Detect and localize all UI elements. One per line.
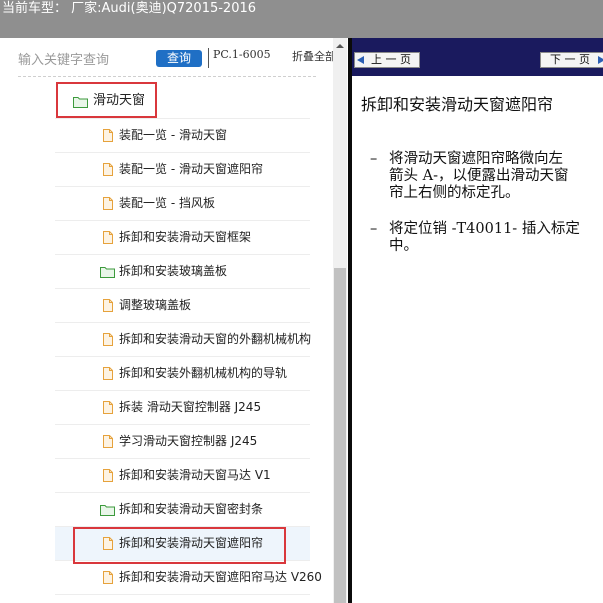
search-underline: [18, 76, 316, 77]
tree-item-label: 拆卸和安装滑动天窗的外翻机械机构: [119, 332, 312, 346]
document-icon: [100, 401, 115, 414]
tree-item-label: 拆卸和安装滑动天窗马达 V1: [119, 468, 271, 482]
separator: [208, 48, 209, 68]
tree-doc-item[interactable]: 拆卸和安装滑动天窗的外翻机械机构: [55, 323, 312, 357]
tree-item-label: 装配一览 - 挡风板: [119, 196, 215, 210]
document-icon: [100, 333, 115, 346]
document-icon: [100, 469, 115, 482]
step-line: 中。: [389, 238, 418, 254]
step-line: 将定位销 -T40011- 插入标定: [389, 221, 580, 237]
document-viewer: 上 一 页 下 一 页 拆卸和安装滑动天窗遮阳帘 – 将滑动天窗遮阳帘略微向左 …: [352, 38, 603, 603]
tree-item-label: 拆卸和安装外翻机械机构的导轨: [119, 366, 288, 380]
tree-doc-item[interactable]: 拆卸和安装滑动天窗马达 V1: [55, 459, 310, 493]
scrollbar[interactable]: [333, 38, 347, 603]
page-nav-bar: 上 一 页 下 一 页: [352, 38, 603, 76]
tree-folder-item[interactable]: 拆卸和安装玻璃盖板: [55, 255, 310, 289]
tree-item-label: 装配一览 - 滑动天窗: [119, 128, 227, 142]
step-bullet: –: [370, 151, 378, 167]
prev-page-label: 上 一 页: [371, 53, 411, 66]
tree-doc-item[interactable]: 学习滑动天窗控制器 J245: [55, 425, 310, 459]
highlight-box-folder: [56, 82, 157, 118]
tree-item-label: 装配一览 - 滑动天窗遮阳帘: [119, 162, 263, 176]
document-icon: [100, 163, 115, 176]
step-line: 将滑动天窗遮阳帘略微向左: [389, 151, 563, 167]
collapse-all-link[interactable]: 折叠全部: [292, 48, 336, 64]
scrollbar-thumb[interactable]: [334, 268, 346, 603]
prev-page-button[interactable]: 上 一 页: [354, 52, 420, 68]
document-icon: [100, 367, 115, 380]
tree-item-label: 拆卸和安装滑动天窗遮阳帘马达 V260: [119, 570, 322, 584]
pc-code-label: PC.1-6005: [213, 48, 271, 61]
scroll-up-arrow-icon[interactable]: [333, 40, 347, 52]
search-button[interactable]: 查询: [156, 50, 202, 67]
highlight-box-selected: [73, 527, 286, 564]
header-bar: 当前车型： 厂家:Audi(奥迪)Q72015-2016: [0, 0, 603, 38]
tree-item-label: 拆装 滑动天窗控制器 J245: [119, 400, 262, 414]
document-icon: [100, 231, 115, 244]
document-icon: [100, 299, 115, 312]
next-page-label: 下 一 页: [550, 53, 590, 66]
step-line: 箭头 A-，以便露出滑动天窗: [389, 168, 569, 184]
tree-item-label: 拆卸和安装玻璃盖板: [119, 264, 228, 278]
sidebar-panel: 查询 PC.1-6005 折叠全部 滑动天窗装配一览 - 滑动天窗装配一览 - …: [0, 38, 348, 603]
arrow-right-icon: [598, 56, 603, 64]
tree-doc-item[interactable]: 拆卸和安装滑动天窗遮阳帘马达 V260: [55, 561, 322, 595]
tree-doc-item[interactable]: 装配一览 - 挡风板: [55, 187, 310, 221]
document-icon: [100, 435, 115, 448]
tree-item-label: 学习滑动天窗控制器 J245: [119, 434, 258, 448]
step-line: 帘上右侧的标定孔。: [389, 185, 520, 201]
current-vehicle-title: 当前车型： 厂家:Audi(奥迪)Q72015-2016: [2, 1, 257, 16]
folder-icon: [100, 265, 115, 278]
tree-item-label: 拆卸和安装滑动天窗密封条: [119, 502, 264, 516]
document-icon: [100, 197, 115, 210]
tree-item-label: 调整玻璃盖板: [119, 298, 192, 312]
document-icon: [100, 571, 115, 584]
step-bullet: –: [370, 221, 378, 237]
document-title: 拆卸和安装滑动天窗遮阳帘: [361, 95, 554, 114]
tree-doc-item[interactable]: 装配一览 - 滑动天窗遮阳帘: [55, 153, 310, 187]
tree-doc-item[interactable]: 拆卸和安装外翻机械机构的导轨: [55, 357, 310, 391]
tree-doc-item[interactable]: 装配一览 - 滑动天窗: [55, 119, 310, 153]
tree-folder-item[interactable]: 拆卸和安装滑动天窗密封条: [55, 493, 310, 527]
search-row: 查询 PC.1-6005 折叠全部: [0, 38, 348, 78]
search-input[interactable]: [18, 50, 150, 70]
tree-item-label: 拆卸和安装滑动天窗框架: [119, 230, 252, 244]
tree-doc-item[interactable]: 拆装 滑动天窗控制器 J245: [55, 391, 310, 425]
folder-icon: [100, 503, 115, 516]
tree-doc-item[interactable]: 调整玻璃盖板: [55, 289, 310, 323]
document-icon: [100, 129, 115, 142]
arrow-left-icon: [357, 56, 364, 64]
tree-doc-item[interactable]: 拆卸和安装滑动天窗框架: [55, 221, 310, 255]
next-page-button[interactable]: 下 一 页: [540, 52, 603, 68]
